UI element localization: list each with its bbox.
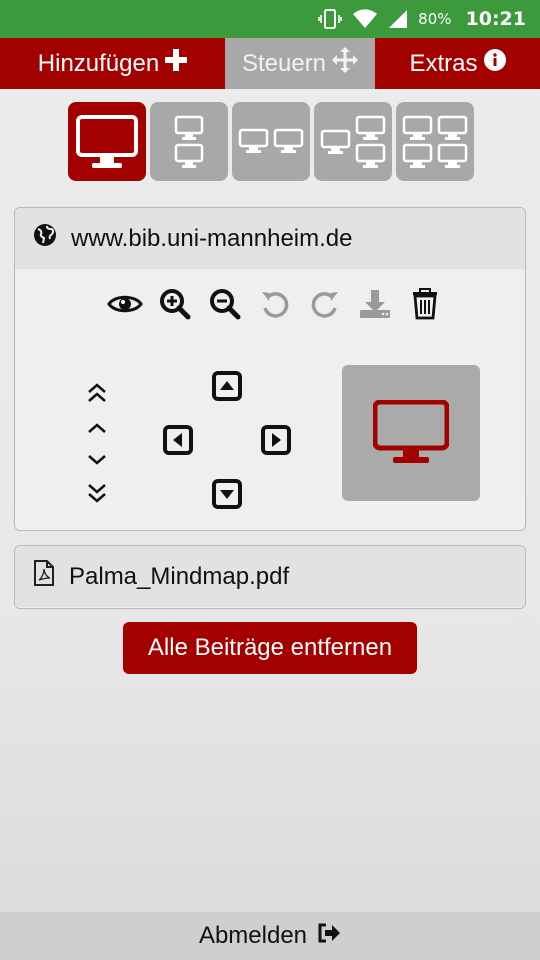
web-card-header: www.bib.uni-mannheim.de bbox=[15, 208, 525, 269]
logout-button[interactable]: Abmelden bbox=[0, 912, 540, 960]
move-up-icon[interactable] bbox=[212, 371, 242, 401]
screen-preview[interactable] bbox=[342, 365, 480, 501]
layout-1-screen-button[interactable] bbox=[68, 102, 146, 181]
clock: 10:21 bbox=[465, 8, 526, 30]
tab-extras-label: Extras bbox=[409, 49, 478, 77]
file-name: Palma_Mindmap.pdf bbox=[69, 562, 290, 590]
eye-icon[interactable] bbox=[107, 286, 143, 322]
layout-2-side-button[interactable] bbox=[232, 102, 310, 181]
globe-icon bbox=[33, 223, 57, 254]
remove-all-button[interactable]: Alle Beiträge entfernen bbox=[123, 622, 417, 674]
wifi-icon bbox=[352, 9, 378, 29]
move-right-icon[interactable] bbox=[261, 425, 291, 455]
logout-label: Abmelden bbox=[198, 922, 308, 949]
file-card[interactable]: Palma_Mindmap.pdf bbox=[14, 545, 526, 609]
move-icon bbox=[332, 47, 359, 80]
two-monitors-stacked-icon bbox=[174, 115, 204, 168]
tab-extras[interactable]: Extras bbox=[375, 38, 540, 89]
signal-icon bbox=[388, 9, 408, 29]
undo-icon[interactable] bbox=[257, 286, 293, 322]
tab-control-label: Steuern bbox=[241, 49, 327, 77]
redo-icon[interactable] bbox=[307, 286, 343, 322]
main-tab-bar: Hinzufügen Steuern Extras bbox=[0, 38, 540, 89]
four-monitors-icon bbox=[402, 115, 468, 168]
info-icon bbox=[483, 49, 506, 78]
three-monitors-icon bbox=[320, 115, 386, 168]
tab-add-label: Hinzufügen bbox=[37, 49, 160, 77]
move-left-icon[interactable] bbox=[163, 425, 193, 455]
zoom-in-icon[interactable] bbox=[157, 286, 193, 322]
monitor-icon bbox=[76, 114, 138, 168]
tab-control[interactable]: Steuern bbox=[225, 38, 375, 89]
web-toolbar bbox=[107, 286, 443, 322]
scroll-navigation bbox=[15, 358, 525, 528]
layout-4-button[interactable] bbox=[396, 102, 474, 181]
battery-percentage: 80% bbox=[418, 10, 452, 28]
page-down-icon[interactable] bbox=[82, 478, 112, 508]
chevron-up-icon[interactable] bbox=[82, 413, 112, 443]
layout-3-button[interactable] bbox=[314, 102, 392, 181]
monitor-icon bbox=[373, 400, 449, 463]
move-down-icon[interactable] bbox=[212, 479, 242, 509]
download-icon[interactable] bbox=[357, 286, 393, 322]
plus-icon bbox=[165, 49, 188, 78]
zoom-out-icon[interactable] bbox=[207, 286, 243, 322]
url-text: www.bib.uni-mannheim.de bbox=[71, 224, 353, 252]
two-monitors-side-icon bbox=[238, 128, 304, 153]
chevron-down-icon[interactable] bbox=[82, 445, 112, 475]
page-up-icon[interactable] bbox=[82, 378, 112, 408]
trash-icon[interactable] bbox=[407, 286, 443, 322]
logout-icon bbox=[317, 922, 341, 950]
tab-add[interactable]: Hinzufügen bbox=[0, 38, 225, 89]
status-bar: 80% 10:21 bbox=[0, 0, 540, 38]
file-card-header: Palma_Mindmap.pdf bbox=[15, 546, 525, 607]
pdf-file-icon bbox=[33, 560, 55, 593]
vibrate-icon bbox=[318, 8, 342, 30]
web-content-card: www.bib.uni-mannheim.de bbox=[14, 207, 526, 531]
layout-2-stacked-button[interactable] bbox=[150, 102, 228, 181]
layout-selector bbox=[68, 102, 474, 181]
